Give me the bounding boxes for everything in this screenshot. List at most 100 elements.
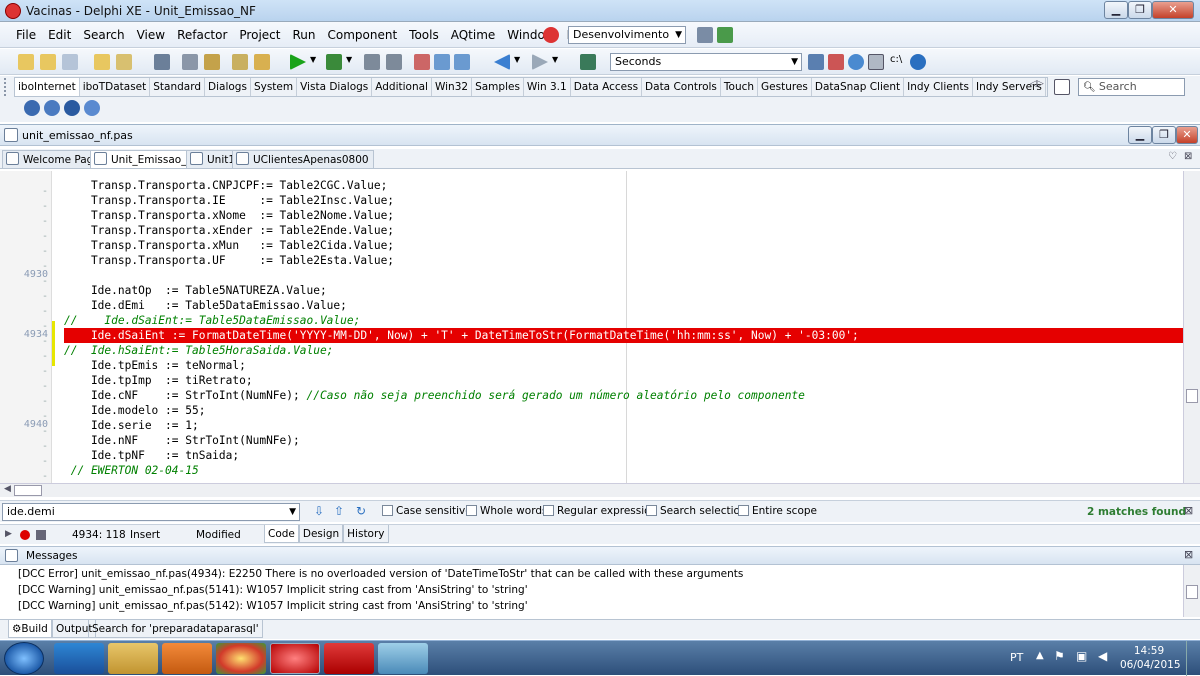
save-desktop-icon[interactable] — [697, 27, 713, 43]
start-button[interactable] — [4, 642, 44, 675]
palette-tab-ibointernet[interactable]: iboInternet — [15, 78, 80, 96]
code-line[interactable]: Transp.Transporta.xEnder := Table2Ende.V… — [64, 223, 394, 238]
action-center-icon[interactable]: ⚑ — [1054, 649, 1065, 663]
refresh-search-icon[interactable]: ↻ — [356, 504, 366, 518]
delphi-taskbar-icon[interactable] — [270, 643, 320, 674]
component-palette-icon[interactable] — [580, 54, 596, 70]
horizontal-scroll-thumb[interactable] — [14, 485, 42, 496]
code-line[interactable]: // Ide.hSaiEnt:= Table5HoraSaida.Value; — [64, 343, 333, 358]
palette-tab-gestures[interactable]: Gestures — [758, 78, 812, 96]
code-line[interactable]: Transp.Transporta.UF := Table2Esta.Value… — [64, 253, 394, 268]
search-option-regular-expression[interactable]: Regular expression — [543, 505, 657, 517]
search-option-search-selection[interactable]: Search selection — [646, 505, 747, 517]
search-input[interactable]: ide.demi ▼ — [2, 503, 300, 521]
checkbox[interactable] — [382, 505, 393, 516]
show-hidden-icons-icon[interactable]: ▲ — [1036, 650, 1044, 661]
profiler-icon[interactable] — [848, 54, 864, 70]
step-into-icon[interactable] — [414, 54, 430, 70]
help-icon[interactable] — [910, 54, 926, 70]
code-line[interactable]: Transp.Transporta.CNPJCPF:= Table2CGC.Va… — [64, 178, 387, 193]
view-tab-history[interactable]: History — [343, 525, 389, 543]
chrome-icon[interactable] — [216, 643, 266, 674]
checkbox[interactable] — [738, 505, 749, 516]
code-line[interactable]: Ide.dEmi := Table5DataEmissao.Value; — [64, 298, 347, 313]
menu-view[interactable]: View — [131, 22, 171, 48]
volume-icon[interactable]: ◀︎ — [1098, 649, 1107, 663]
component-icon-4[interactable] — [84, 100, 100, 116]
palette-tab-system[interactable]: System — [251, 78, 298, 96]
code-line[interactable]: Transp.Transporta.xMun := Table2Cida.Val… — [64, 238, 394, 253]
menu-tools[interactable]: Tools — [403, 22, 445, 48]
network-icon[interactable]: ▣ — [1076, 649, 1087, 663]
close-search-icon[interactable]: ⊠ — [1184, 504, 1193, 517]
palette-tab-data-access[interactable]: Data Access — [571, 78, 643, 96]
component-icon-3[interactable] — [64, 100, 80, 116]
messages-list[interactable]: [DCC Error] unit_emissao_nf.pas(4934): E… — [0, 565, 1183, 617]
clock-time[interactable]: 14:59 — [1126, 645, 1172, 657]
command-prompt-icon[interactable]: c:\ — [890, 54, 902, 65]
palette-tab-samples[interactable]: Samples — [472, 78, 524, 96]
component-icon-2[interactable] — [44, 100, 60, 116]
run-dropdown-icon[interactable]: ▼ — [310, 55, 316, 64]
editor-horizontal-scrollbar[interactable]: ◀ — [0, 483, 1200, 497]
clock-date[interactable]: 06/04/2015 — [1120, 659, 1181, 671]
run-options-dropdown-icon[interactable]: ▼ — [346, 55, 352, 64]
close-button[interactable]: ✕ — [1152, 1, 1194, 19]
messages-scrollbar[interactable] — [1183, 565, 1200, 617]
acrobat-icon[interactable] — [324, 643, 374, 674]
menu-file[interactable]: File — [10, 22, 42, 48]
message-warning[interactable]: [DCC Warning] unit_emissao_nf.pas(5142):… — [18, 599, 528, 614]
report-icon[interactable] — [808, 54, 824, 70]
code-line[interactable]: Ide.cNF := StrToInt(NumNFe); //Caso não … — [64, 388, 805, 403]
code-line[interactable]: Transp.Transporta.IE := Table2Insc.Value… — [64, 193, 394, 208]
search-option-whole-words[interactable]: Whole words — [466, 505, 547, 517]
percent-icon[interactable] — [828, 54, 844, 70]
file-explorer-icon[interactable] — [108, 643, 158, 674]
menu-edit[interactable]: Edit — [42, 22, 77, 48]
palette-tab-dialogs[interactable]: Dialogs — [205, 78, 251, 96]
run-icon[interactable] — [290, 54, 306, 70]
media-player-icon[interactable] — [162, 643, 212, 674]
editor-close-button[interactable]: ✕ — [1176, 126, 1198, 144]
save-icon[interactable] — [154, 54, 170, 70]
save-all-icon[interactable] — [62, 54, 78, 70]
code-line[interactable]: Ide.tpNF := tnSaida; — [64, 448, 239, 463]
set-debug-desktop-icon[interactable] — [717, 27, 733, 43]
close-tab-icon[interactable]: ⊠ — [1184, 151, 1192, 162]
code-line[interactable]: Ide.modelo := 55; — [64, 403, 206, 418]
reopen-icon[interactable] — [116, 54, 132, 70]
menu-aqtime[interactable]: AQtime — [445, 22, 502, 48]
palette-tab-data-controls[interactable]: Data Controls — [642, 78, 721, 96]
macro-record-icon[interactable] — [20, 530, 30, 540]
pointer-tool-icon[interactable] — [1054, 79, 1070, 95]
view-form-icon[interactable] — [204, 54, 220, 70]
open-project-icon[interactable] — [94, 54, 110, 70]
code-line[interactable]: Ide.nNF := StrToInt(NumNFe); — [64, 433, 300, 448]
palette-tab-touch[interactable]: Touch — [721, 78, 759, 96]
palette-tab-win-3-1[interactable]: Win 3.1 — [524, 78, 571, 96]
message-error[interactable]: [DCC Error] unit_emissao_nf.pas(4934): E… — [18, 567, 743, 582]
view-unit-icon[interactable] — [182, 54, 198, 70]
tab-uclientesapenas0800[interactable]: UClientesApenas0800 — [232, 150, 374, 168]
forward-icon[interactable] — [532, 54, 548, 70]
code-line[interactable]: Ide.natOp := Table5NATUREZA.Value; — [64, 283, 327, 298]
menu-project[interactable]: Project — [233, 22, 286, 48]
forward-dropdown-icon[interactable]: ▼ — [552, 55, 558, 64]
palette-scroll-arrows-icon[interactable]: ◁▷ — [1030, 79, 1044, 89]
search-option-entire-scope[interactable]: Entire scope — [738, 505, 817, 517]
palette-tab-indy-i-o-handlers[interactable]: Indy I/O Handlers — [1046, 78, 1047, 96]
editor-restore-button[interactable]: ❐ — [1152, 126, 1176, 144]
code-line[interactable]: Ide.tpEmis := teNormal; — [64, 358, 246, 373]
error-line[interactable]: Ide.dSaiEnt := FormatDateTime('YYYY-MM-D… — [64, 328, 1183, 343]
open-icon[interactable] — [40, 54, 56, 70]
line-gutter[interactable]: - - - - - - - - - - - - - - - - - - - -4930 4934 4940 — [0, 171, 52, 483]
language-indicator[interactable]: PT — [1010, 651, 1023, 664]
palette-tab-ibotdataset[interactable]: iboTDataset — [80, 78, 151, 96]
code-line[interactable]: // Ide.dSaiEnt:= Table5DataEmissao.Value… — [64, 313, 360, 328]
remove-file-icon[interactable] — [254, 54, 270, 70]
editor-vertical-scrollbar[interactable] — [1183, 171, 1200, 483]
pause-icon[interactable] — [364, 54, 380, 70]
menu-refactor[interactable]: Refactor — [171, 22, 233, 48]
trace-icon[interactable] — [454, 54, 470, 70]
code-line[interactable]: // EWERTON 02-04-15 — [64, 463, 199, 478]
